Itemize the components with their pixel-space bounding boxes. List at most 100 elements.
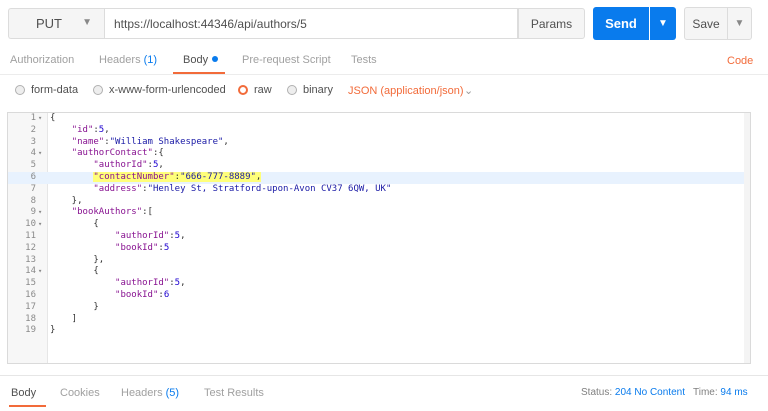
body-editor[interactable]: 1 ▾{ 2 "id":5, 3 "name":"William Shakespe… [7, 112, 751, 364]
code-line: 9 ▾ "bookAuthors":[ [8, 207, 750, 219]
line-number: 8 [30, 195, 36, 206]
code-line: 5 "authorId":5, [8, 160, 750, 172]
fold-arrow-icon[interactable]: ▾ [38, 266, 42, 278]
radio-raw[interactable]: raw [238, 84, 272, 96]
send-button[interactable]: Send [593, 7, 649, 40]
tab-label: Body [183, 54, 209, 66]
code-line: 2 "id":5, [8, 125, 750, 137]
tab-label: Pre-request Script [242, 54, 331, 66]
radio-selected-icon [238, 85, 248, 95]
code-line: 19} [8, 325, 750, 337]
status-label: Status: [581, 387, 613, 398]
response-tab-test-results[interactable]: Test Results [204, 387, 264, 399]
response-tab-headers[interactable]: Headers (5) [121, 387, 179, 399]
tab-body[interactable]: Body [183, 54, 219, 66]
response-status: Status: 204 No Content [581, 387, 685, 398]
response-tab-cookies[interactable]: Cookies [60, 387, 100, 399]
time-value[interactable]: 94 ms [720, 387, 747, 398]
params-button[interactable]: Params [518, 8, 585, 39]
radio-binary[interactable]: binary [287, 84, 333, 96]
code-line: 3 "name":"William Shakespeare", [8, 137, 750, 149]
radio-icon [15, 85, 25, 95]
code-text: "authorId":5, [93, 160, 164, 171]
code-text: } [50, 325, 56, 336]
editor-lines: 1 ▾{ 2 "id":5, 3 "name":"William Shakespe… [8, 113, 750, 337]
radio-icon [93, 85, 103, 95]
code-line-highlighted: 6 "contactNumber":"666-777-8889", [8, 171, 750, 184]
tab-label: Headers [99, 54, 141, 66]
code-text: "bookAuthors":[ [71, 207, 153, 218]
chevron-down-icon: ▼ [82, 17, 92, 28]
line-number: 19 [25, 325, 36, 336]
fold-arrow-icon[interactable]: ▾ [38, 148, 42, 160]
send-options-button[interactable]: ▼ [650, 7, 676, 40]
chevron-down-icon: ▼ [658, 18, 668, 29]
code-line: 12 "bookId":5 [8, 243, 750, 255]
code-text: { [50, 113, 56, 123]
fold-arrow-icon[interactable]: ▾ [38, 219, 42, 231]
code-text: }, [50, 254, 105, 265]
code-text: }, [50, 195, 83, 206]
code-text: "name":"William Shakespeare", [71, 136, 229, 147]
line-number: 5 [30, 160, 36, 171]
code-line: 7 "address":"Henley St, Stratford-upon-A… [8, 184, 750, 196]
code-line: 16 "bookId":6 [8, 290, 750, 302]
code-text: "authorContact":{ [71, 148, 164, 159]
fold-arrow-icon[interactable]: ▾ [38, 113, 42, 125]
line-number: 6 [30, 171, 36, 182]
radio-label: form-data [31, 84, 79, 96]
line-number: 17 [25, 301, 36, 312]
tab-tests[interactable]: Tests [351, 54, 377, 66]
radio-form-data[interactable]: form-data [15, 84, 78, 96]
tab-label: Cookies [60, 387, 100, 399]
line-number: 12 [25, 242, 36, 253]
tab-label: Body [11, 387, 37, 399]
status-value[interactable]: 204 No Content [615, 387, 685, 398]
code-line: 10 ▾ { [8, 219, 750, 231]
radio-urlencoded[interactable]: x-www-form-urlencoded [93, 84, 226, 96]
modified-dot-icon [212, 56, 219, 62]
code-text: "authorId":5, [115, 278, 186, 289]
tab-label: Headers [121, 387, 163, 399]
editor-scrollbar[interactable] [744, 113, 750, 363]
line-number: 11 [25, 230, 36, 241]
chevron-down-icon[interactable]: ⌄ [464, 84, 473, 97]
code-line: 1 ▾ { [8, 113, 750, 125]
line-number: 9 [30, 207, 36, 218]
highlight-mark: "contactNumber":"666-777-8889", [93, 171, 262, 182]
method-select[interactable]: PUT ▼ [8, 8, 104, 39]
code-text: "contactNumber":"666-777-8889", [50, 171, 262, 184]
url-input[interactable]: https://localhost:44346/api/authors/5 [104, 8, 518, 39]
line-number: 10 [25, 219, 36, 230]
tab-label: Test Results [204, 387, 264, 399]
code-line: 15 "authorId":5, [8, 278, 750, 290]
line-number: 14 [25, 266, 36, 277]
save-options-button[interactable]: ▼ [727, 7, 752, 40]
active-response-tab-indicator [9, 405, 46, 407]
code-text: "address":"Henley St, Stratford-upon-Avo… [93, 183, 392, 194]
chevron-down-icon: ▼ [734, 18, 745, 29]
fold-arrow-icon[interactable]: ▾ [38, 207, 42, 219]
response-time: Time: 94 ms [693, 387, 748, 398]
code-text: "authorId":5, [115, 230, 186, 241]
radio-label: raw [254, 84, 272, 96]
code-link[interactable]: Code [727, 55, 753, 67]
response-tab-body[interactable]: Body [11, 387, 36, 399]
line-number: 13 [25, 254, 36, 265]
tab-pre-request-script[interactable]: Pre-request Script [242, 54, 331, 66]
code-line: 13 }, [8, 255, 750, 267]
radio-icon [287, 85, 297, 95]
tab-authorization[interactable]: Authorization [10, 54, 74, 66]
tab-headers[interactable]: Headers (1) [99, 54, 157, 66]
line-number: 4 [30, 148, 36, 159]
line-number: 7 [30, 183, 36, 194]
code-line: 4 ▾ "authorContact":{ [8, 148, 750, 160]
content-type-select[interactable]: JSON (application/json) [348, 85, 464, 97]
code-text: } [50, 301, 99, 312]
method-label: PUT [36, 16, 62, 31]
code-text: "bookId":5 [115, 242, 170, 253]
tabs-divider [0, 74, 768, 75]
save-button[interactable]: Save [684, 7, 728, 40]
code-line: 11 "authorId":5, [8, 231, 750, 243]
code-text: { [50, 219, 99, 230]
